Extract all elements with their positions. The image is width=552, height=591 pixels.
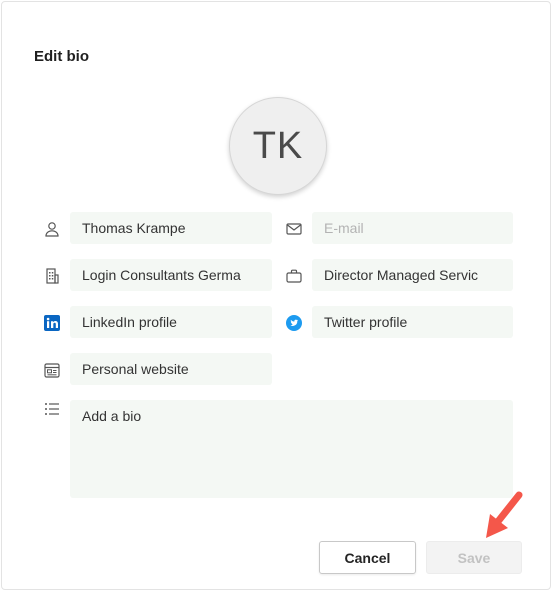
list-icon: [43, 400, 61, 418]
building-icon: [43, 267, 61, 285]
briefcase-icon: [285, 267, 303, 285]
cancel-button[interactable]: Cancel: [319, 541, 416, 574]
save-button[interactable]: Save: [426, 541, 522, 574]
mail-icon: [285, 220, 303, 238]
name-field[interactable]: Thomas Krampe: [70, 212, 272, 244]
dialog-title: Edit bio: [34, 48, 89, 65]
avatar[interactable]: TK: [229, 97, 327, 195]
person-icon: [43, 220, 61, 238]
annotation-arrow: [486, 491, 523, 538]
twitter-icon: [285, 314, 303, 332]
job-title-field[interactable]: Director Managed Servic: [312, 259, 513, 291]
website-icon: [43, 361, 61, 379]
linkedin-field[interactable]: LinkedIn profile: [70, 306, 272, 338]
twitter-field[interactable]: Twitter profile: [312, 306, 513, 338]
linkedin-icon: [43, 314, 61, 332]
email-field[interactable]: E-mail: [312, 212, 513, 244]
website-field[interactable]: Personal website: [70, 353, 272, 385]
edit-bio-dialog: Edit bio TK Thomas Krampe E-mail Login C…: [1, 1, 551, 590]
company-field[interactable]: Login Consultants Germa: [70, 259, 272, 291]
bio-textarea[interactable]: Add a bio: [70, 400, 513, 498]
